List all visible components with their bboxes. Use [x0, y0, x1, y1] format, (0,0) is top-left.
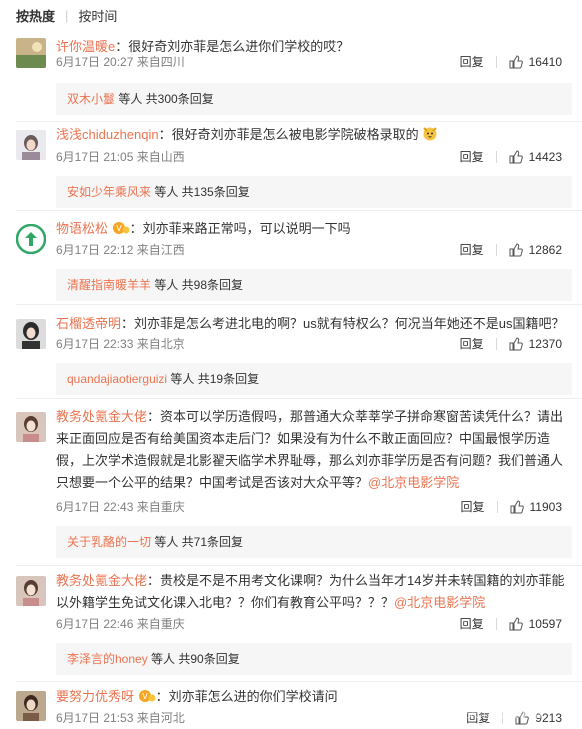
comment-text: ：刘亦菲来路正常吗，可以说明一下吗 [129, 221, 351, 236]
divider [16, 304, 582, 305]
comment-meta: 6月17日 22:43 来自重庆 [56, 500, 185, 514]
svg-text:V: V [116, 224, 122, 233]
sort-separator: | [65, 7, 69, 23]
like-count: 14423 [528, 150, 562, 164]
reply-summary-user[interactable]: 关于乳酪的一切 [67, 535, 151, 549]
reply-summary[interactable]: 李泽言的honey 等人 共90条回复 [56, 643, 572, 675]
comment-username[interactable]: 物语松松 [56, 221, 108, 236]
thumbs-up-icon [509, 243, 523, 257]
svg-text:V: V [142, 692, 148, 701]
divider [16, 398, 582, 399]
divider [495, 244, 497, 256]
like-button[interactable]: 10597 [509, 614, 562, 634]
thumbs-up-icon [509, 150, 523, 164]
comment-meta: 6月17日 22:33 来自北京 [56, 337, 185, 351]
comment-username[interactable]: 教务处氪金大佬 [56, 573, 147, 588]
sort-by-hot-tab[interactable]: 按热度 [16, 6, 55, 25]
mention-link[interactable]: @北京电影学院 [394, 595, 485, 610]
reply-summary[interactable]: 安如少年乘风来 等人 共135条回复 [56, 176, 572, 208]
like-button[interactable]: 11903 [510, 497, 562, 517]
divider [16, 681, 582, 682]
divider [495, 151, 497, 163]
mention-link[interactable]: @北京电影学院 [368, 475, 459, 490]
like-button[interactable]: 12370 [509, 334, 562, 354]
reply-button[interactable]: 回复 [461, 497, 485, 517]
like-button[interactable]: 12862 [509, 240, 562, 260]
divider [495, 338, 497, 350]
reply-button[interactable]: 回复 [460, 240, 484, 260]
comment-username[interactable]: 要努力优秀呀 [56, 689, 134, 704]
comment-meta: 6月17日 21:05 来自山西 [56, 150, 185, 164]
reply-summary[interactable]: 关于乳酪的一切 等人 共71条回复 [56, 526, 572, 558]
avatar[interactable] [16, 130, 46, 160]
comment-meta: 6月17日 21:53 来自河北 [56, 711, 185, 725]
thumbs-up-icon [509, 617, 523, 631]
comment-meta: 6月17日 22:46 来自重庆 [56, 617, 185, 631]
reply-summary-user[interactable]: 李泽言的honey [67, 652, 148, 666]
avatar[interactable] [16, 319, 46, 349]
like-count: 12862 [528, 243, 562, 257]
thumbs-up-icon [509, 55, 523, 69]
divider [16, 121, 582, 122]
reply-summary-text: 等人 共90条回复 [147, 652, 240, 666]
like-count: 10597 [528, 617, 562, 631]
v-badge-icon: V [138, 690, 156, 702]
reply-summary-text: 等人 共98条回复 [151, 278, 244, 292]
reply-summary-user[interactable]: quandajiaotierguizi [67, 372, 167, 386]
like-button[interactable]: 14423 [509, 147, 562, 167]
reply-button[interactable]: 回复 [460, 334, 484, 354]
divider [495, 56, 497, 68]
avatar[interactable] [16, 38, 46, 68]
avatar[interactable] [16, 412, 46, 442]
comment-text: ：刘亦菲怎么进的你们学校请问 [155, 689, 338, 704]
reply-summary-text: 等人 共135条回复 [151, 185, 250, 199]
fox-emoji-icon [423, 127, 437, 141]
sort-bar: 按热度 | 按时间 [0, 0, 582, 30]
reply-summary-text: 等人 共19条回复 [167, 372, 260, 386]
avatar[interactable] [16, 576, 46, 606]
reply-summary-text: 等人 共71条回复 [151, 535, 244, 549]
comment-text: ：很好奇刘亦菲是怎么被电影学院破格录取的 [158, 127, 419, 142]
thumbs-up-icon [510, 500, 524, 514]
like-button[interactable]: 16410 [509, 52, 562, 72]
reply-button[interactable]: 回复 [460, 147, 484, 167]
reply-button[interactable]: 回复 [460, 52, 484, 72]
reply-summary-user[interactable]: 清醒指南暖羊羊 [67, 278, 151, 292]
avatar[interactable] [16, 691, 46, 721]
like-count: 16410 [528, 55, 562, 69]
reply-summary[interactable]: quandajiaotierguizi 等人 共19条回复 [56, 363, 572, 395]
thumbs-up-icon [509, 337, 523, 351]
sort-by-time-tab[interactable]: 按时间 [78, 6, 117, 25]
watermark: 头条 @娱乐猪 [466, 706, 542, 720]
comment-text: ：刘亦菲是怎么考进北电的啊？us就有特权么？何况当年她还不是us国籍吧？ [121, 316, 565, 331]
comment-meta: 6月17日 22:12 来自江西 [56, 243, 185, 257]
like-count: 11903 [529, 500, 562, 514]
reply-summary[interactable]: 清醒指南暖羊羊 等人 共98条回复 [56, 269, 572, 301]
reply-summary-user[interactable]: 双木小鬘 [67, 92, 115, 106]
divider [16, 210, 582, 211]
reply-summary[interactable]: 双木小鬘 等人 共300条回复 [56, 83, 572, 115]
comment-username[interactable]: 教务处氪金大佬 [56, 409, 147, 424]
reply-summary-user[interactable]: 安如少年乘风来 [67, 185, 151, 199]
like-count: 12370 [528, 337, 562, 351]
avatar[interactable] [16, 224, 46, 254]
comment-username[interactable]: 浅浅chiduzhenqin [56, 127, 159, 142]
reply-button[interactable]: 回复 [460, 614, 484, 634]
v-badge-icon: V [112, 222, 130, 234]
comment-username[interactable]: 石榴透帝明 [56, 316, 121, 331]
comment-meta: 6月17日 20:27 来自四川 [56, 55, 185, 69]
divider [16, 565, 582, 566]
divider [496, 501, 498, 513]
reply-summary-text: 等人 共300条回复 [115, 92, 214, 106]
divider [495, 618, 497, 630]
